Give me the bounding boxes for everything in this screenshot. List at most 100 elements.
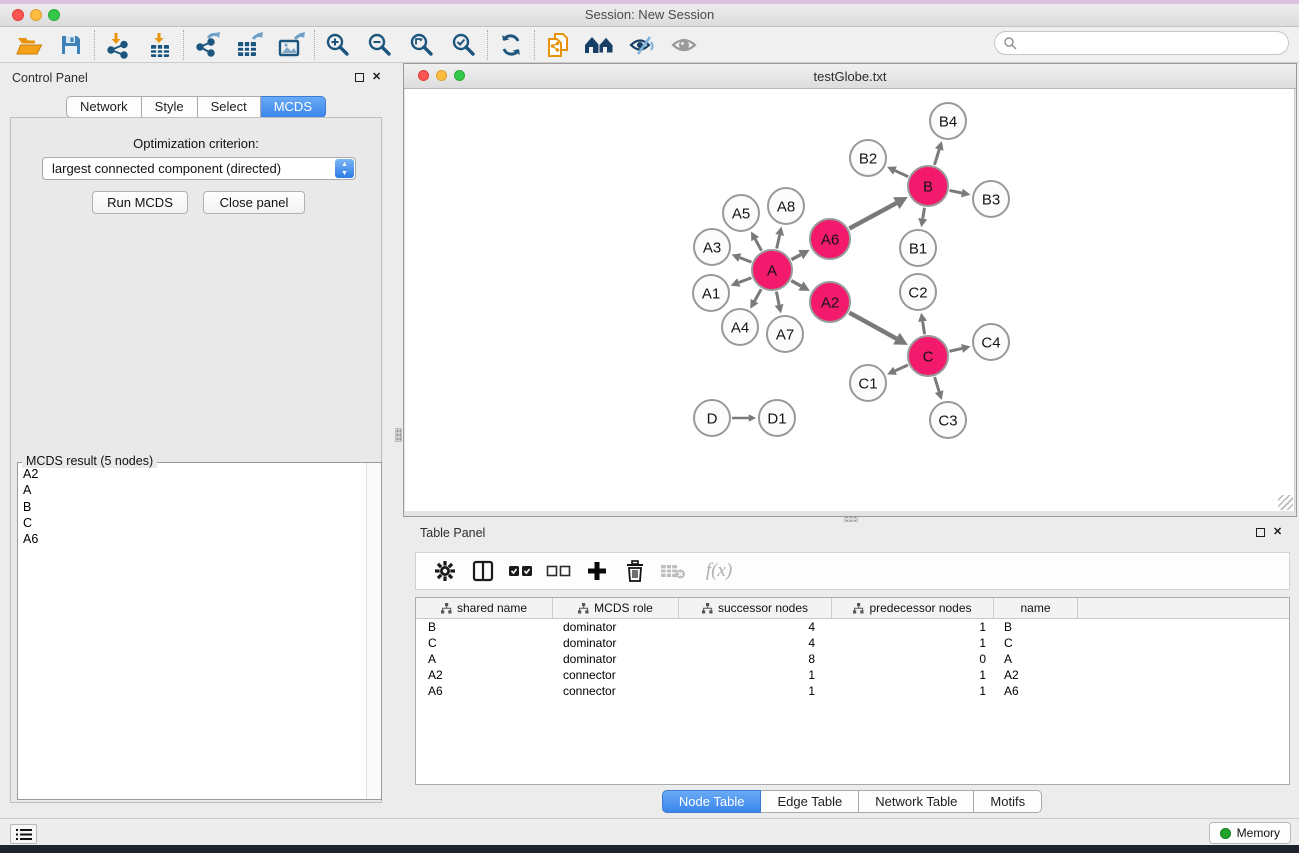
float-panel-icon[interactable]: [1256, 528, 1265, 537]
graph-edge-B-B4[interactable]: [934, 149, 939, 165]
table-cell[interactable]: 1: [832, 619, 994, 635]
result-item-a2[interactable]: A2: [21, 466, 365, 482]
column-header-MCDS-role[interactable]: MCDS role: [553, 598, 679, 618]
result-item-c[interactable]: C: [21, 515, 365, 531]
network-overview-button[interactable]: [579, 29, 621, 61]
close-panel-button[interactable]: Close panel: [203, 191, 305, 214]
result-item-b[interactable]: B: [21, 499, 365, 515]
table-cell[interactable]: A2: [994, 667, 1078, 683]
result-item-a[interactable]: A: [21, 482, 365, 498]
unselect-all-button[interactable]: [540, 555, 578, 587]
graph-edge-C-C4[interactable]: [949, 348, 962, 351]
open-session-button[interactable]: [8, 29, 50, 61]
network-window-titlebar[interactable]: testGlobe.txt: [404, 64, 1296, 89]
graph-edge-B-B1[interactable]: [923, 208, 925, 219]
graph-edge-A-A1[interactable]: [739, 278, 752, 283]
table-options-button[interactable]: [426, 555, 464, 587]
table-cell[interactable]: 1: [679, 683, 832, 699]
table-cell[interactable]: connector: [553, 683, 679, 699]
delete-table-button[interactable]: [654, 555, 692, 587]
column-header-predecessor-nodes[interactable]: predecessor nodes: [832, 598, 994, 618]
window-resize-grip[interactable]: [1278, 495, 1293, 510]
table-tab-edge-table[interactable]: Edge Table: [761, 790, 859, 813]
table-cell[interactable]: C: [994, 635, 1078, 651]
table-cell[interactable]: C: [416, 635, 553, 651]
run-mcds-button[interactable]: Run MCDS: [92, 191, 188, 214]
close-panel-icon[interactable]: ✕: [372, 71, 381, 83]
table-cell[interactable]: A: [994, 651, 1078, 667]
table-row-A[interactable]: Adominator80A: [416, 651, 1289, 667]
delete-column-button[interactable]: [616, 555, 654, 587]
function-builder-button[interactable]: f(x): [692, 555, 746, 587]
table-cell[interactable]: dominator: [553, 619, 679, 635]
table-cell[interactable]: connector: [553, 667, 679, 683]
import-network-button[interactable]: [97, 29, 139, 61]
zoom-in-button[interactable]: [317, 29, 359, 61]
graph-edge-A-A4[interactable]: [755, 289, 762, 301]
control-tab-network[interactable]: Network: [66, 96, 142, 118]
graph-edge-C-C2[interactable]: [923, 321, 925, 334]
table-cell[interactable]: A6: [416, 683, 553, 699]
table-cell[interactable]: B: [416, 619, 553, 635]
zoom-out-button[interactable]: [359, 29, 401, 61]
select-all-button[interactable]: [502, 555, 540, 587]
table-cell[interactable]: 8: [679, 651, 832, 667]
table-row-A2[interactable]: A2connector11A2: [416, 667, 1289, 683]
graph-edge-A2-C[interactable]: [849, 313, 896, 339]
network-canvas[interactable]: AA1A2A3A4A5A6A7A8BB1B2B3B4CC1C2C3C4DD1: [405, 89, 1295, 511]
show-columns-button[interactable]: [464, 555, 502, 587]
optimization-criterion-select[interactable]: largest connected component (directed) ▲…: [42, 157, 356, 180]
graph-edge-A-A8[interactable]: [777, 235, 780, 248]
table-cell[interactable]: A: [416, 651, 553, 667]
graph-edge-A-A5[interactable]: [755, 239, 761, 251]
table-cell[interactable]: 1: [832, 683, 994, 699]
close-panel-icon[interactable]: ✕: [1273, 526, 1282, 538]
graph-edge-A-A3[interactable]: [740, 258, 752, 262]
graph-edge-A6-B[interactable]: [849, 203, 896, 228]
control-tab-select[interactable]: Select: [198, 96, 261, 118]
graph-edge-B-B2[interactable]: [895, 171, 908, 177]
column-header-shared-name[interactable]: shared name: [416, 598, 553, 618]
table-cell[interactable]: 1: [679, 667, 832, 683]
table-cell[interactable]: B: [994, 619, 1078, 635]
table-row-B[interactable]: Bdominator41B: [416, 619, 1289, 635]
refresh-view-button[interactable]: [490, 29, 532, 61]
export-network-button[interactable]: [186, 29, 228, 61]
table-row-A6[interactable]: A6connector11A6: [416, 683, 1289, 699]
table-tab-node-table[interactable]: Node Table: [662, 790, 762, 813]
table-cell[interactable]: dominator: [553, 635, 679, 651]
zoom-fit-button[interactable]: [401, 29, 443, 61]
float-panel-icon[interactable]: [355, 73, 364, 82]
table-cell[interactable]: 1: [832, 667, 994, 683]
column-header-name[interactable]: name: [994, 598, 1078, 618]
table-tab-motifs[interactable]: Motifs: [974, 790, 1042, 813]
control-tab-mcds[interactable]: MCDS: [261, 96, 326, 118]
graph-edge-C-C3[interactable]: [935, 377, 940, 392]
clone-network-button[interactable]: [537, 29, 579, 61]
result-scrollbar[interactable]: [366, 463, 381, 799]
table-cell[interactable]: 4: [679, 635, 832, 651]
task-history-button[interactable]: [10, 824, 37, 844]
table-tab-network-table[interactable]: Network Table: [859, 790, 974, 813]
table-cell[interactable]: A2: [416, 667, 553, 683]
save-session-button[interactable]: [50, 29, 92, 61]
graph-edge-A-A6[interactable]: [791, 255, 800, 260]
zoom-selected-button[interactable]: [443, 29, 485, 61]
export-image-button[interactable]: [270, 29, 312, 61]
table-cell[interactable]: 0: [832, 651, 994, 667]
table-cell[interactable]: A6: [994, 683, 1078, 699]
table-cell[interactable]: dominator: [553, 651, 679, 667]
table-row-C[interactable]: Cdominator41C: [416, 635, 1289, 651]
export-table-button[interactable]: [228, 29, 270, 61]
hide-panel-button[interactable]: [621, 29, 663, 61]
result-item-a6[interactable]: A6: [21, 531, 365, 547]
show-panel-button[interactable]: [663, 29, 705, 61]
graph-edge-B-B3[interactable]: [950, 190, 962, 193]
graph-edge-A-A2[interactable]: [791, 281, 801, 286]
table-cell[interactable]: 4: [679, 619, 832, 635]
table-cell[interactable]: 1: [832, 635, 994, 651]
search-input[interactable]: [994, 31, 1289, 55]
memory-button[interactable]: Memory: [1209, 822, 1291, 844]
add-column-button[interactable]: [578, 555, 616, 587]
graph-edge-A-A7[interactable]: [776, 292, 779, 305]
